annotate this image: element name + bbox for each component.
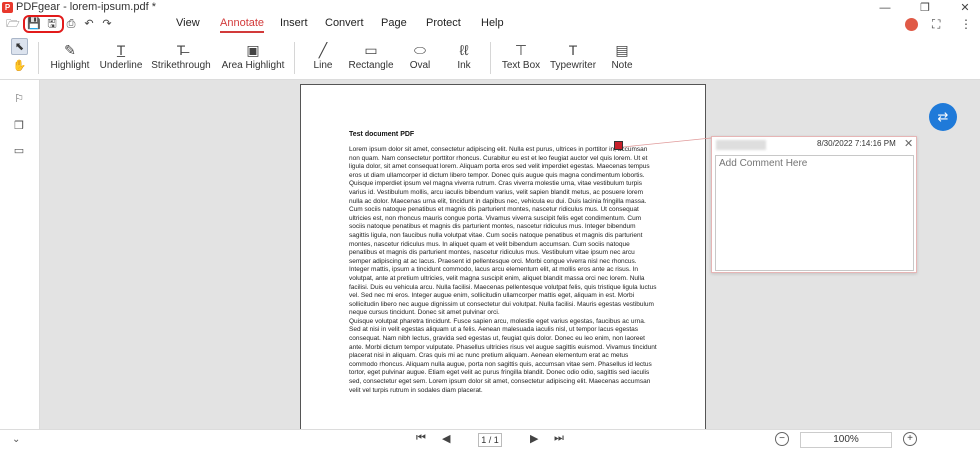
comment-author-redacted — [716, 140, 766, 150]
select-tool-icon[interactable]: ⬉ — [11, 38, 28, 55]
strikethrough-icon: T̶ — [176, 42, 186, 58]
menu-protect[interactable]: Protect — [426, 17, 461, 29]
first-page-icon[interactable]: ⏮ — [416, 432, 426, 445]
document-body: Lorem ipsum dolor sit amet, consectetur … — [349, 146, 657, 395]
close-comment-icon[interactable]: ✕ — [904, 137, 913, 150]
underline-tool[interactable]: T̲ Underline — [98, 40, 144, 71]
text-box-tool[interactable]: ⊤ Text Box — [500, 40, 542, 71]
area-highlight-label: Area Highlight — [221, 60, 285, 71]
redo-icon[interactable]: ↷ — [100, 17, 114, 31]
typewriter-label: Typewriter — [549, 60, 597, 71]
comment-input[interactable] — [715, 155, 914, 271]
rectangle-label: Rectangle — [348, 60, 394, 71]
comments-panel-icon[interactable]: ▭ — [12, 144, 26, 158]
highlight-label: Highlight — [50, 60, 90, 71]
thumbnails-icon[interactable]: ❒ — [12, 119, 26, 133]
strikethrough-label: Strikethrough — [151, 60, 211, 71]
ink-label: Ink — [457, 60, 471, 71]
app-logo-icon: P — [2, 2, 13, 13]
note-icon: ▤ — [615, 42, 629, 58]
fullscreen-icon[interactable]: ⛶ — [932, 17, 940, 32]
underline-label: Underline — [99, 60, 143, 71]
left-sidebar: ⚐ ❒ ▭ — [0, 80, 40, 450]
strikethrough-tool[interactable]: T̶ Strikethrough — [150, 40, 212, 71]
underline-icon: T̲ — [116, 42, 126, 58]
typewriter-icon: T — [568, 42, 578, 58]
oval-label: Oval — [409, 60, 431, 71]
open-file-icon[interactable]: 🗁 — [6, 17, 20, 31]
minimize-button[interactable]: — — [870, 0, 900, 16]
pdf-page[interactable]: Test document PDF Lorem ipsum dolor sit … — [300, 84, 706, 429]
ink-icon: ℓℓ — [459, 42, 469, 58]
undo-icon[interactable]: ↶ — [82, 17, 96, 31]
title-bar: P PDFgear - lorem-ipsum.pdf * — ❐ ✕ — [0, 0, 980, 16]
toolbar-divider — [490, 42, 491, 74]
note-tool[interactable]: ▤ Note — [606, 40, 638, 71]
hand-tool-icon[interactable]: ✋ — [11, 58, 28, 75]
last-page-icon[interactable]: ⏭ — [554, 432, 564, 445]
line-icon: ╱ — [318, 42, 328, 58]
comment-date: 8/30/2022 7:14:16 PM — [817, 139, 896, 148]
menu-annotate[interactable]: Annotate — [220, 17, 265, 33]
chevron-down-icon[interactable]: ⌄ — [12, 434, 20, 445]
close-window-button[interactable]: ✕ — [950, 0, 980, 16]
menu-help[interactable]: Help — [481, 17, 504, 29]
rectangle-tool[interactable]: ▭ Rectangle — [347, 40, 395, 71]
text-box-label: Text Box — [501, 60, 541, 71]
zoom-level-field[interactable]: 100% — [800, 432, 892, 448]
status-bar: ⌄ ⏮ ◀ 1 / 1 ▶ ⏭ − 100% + — [0, 429, 980, 450]
toolbar-divider — [38, 42, 39, 74]
comment-popup: 8/30/2022 7:14:16 PM ✕ — [711, 136, 917, 273]
line-tool[interactable]: ╱ Line — [305, 40, 341, 71]
ink-tool[interactable]: ℓℓ Ink — [448, 40, 480, 71]
note-label: Note — [611, 60, 633, 71]
menu-page[interactable]: Page — [381, 17, 407, 29]
area-highlight-icon: ▣ — [246, 42, 260, 58]
text-box-icon: ⊤ — [514, 42, 528, 58]
area-highlight-tool[interactable]: ▣ Area Highlight — [219, 40, 287, 71]
note-marker-icon[interactable] — [614, 141, 623, 150]
bookmark-icon[interactable]: ⚐ — [12, 92, 26, 106]
maximize-button[interactable]: ❐ — [910, 0, 940, 16]
oval-icon: ⬭ — [414, 42, 426, 58]
toolbar-divider — [294, 42, 295, 74]
save-as-icon[interactable]: 🖫 — [45, 17, 59, 31]
menu-convert[interactable]: Convert — [325, 17, 364, 29]
typewriter-tool[interactable]: T Typewriter — [548, 40, 598, 71]
prev-page-icon[interactable]: ◀ — [442, 432, 450, 445]
zoom-in-icon[interactable]: + — [903, 432, 917, 446]
more-options-icon[interactable]: ⋮ — [960, 17, 972, 31]
save-icon[interactable]: 💾 — [27, 17, 41, 31]
paragraph: Lorem ipsum dolor sit amet, consectetur … — [349, 146, 657, 317]
convert-fab-icon[interactable]: ⇄ — [929, 103, 957, 131]
line-label: Line — [313, 60, 333, 71]
annotate-toolbar: ⬉ ✋ ✎ Highlight T̲ Underline T̶ Striketh… — [0, 36, 980, 80]
next-page-icon[interactable]: ▶ — [530, 432, 538, 445]
menu-view[interactable]: View — [176, 17, 200, 29]
paragraph: Quisque volutpat pharetra tincidunt. Fus… — [349, 317, 657, 394]
highlight-icon: ✎ — [64, 42, 76, 58]
document-heading: Test document PDF — [349, 131, 415, 138]
menu-row: 🗁 💾 🖫 ⎙ ↶ ↷ View Annotate Insert Convert… — [0, 15, 980, 36]
window-title: PDFgear - lorem-ipsum.pdf * — [16, 1, 156, 13]
print-icon[interactable]: ⎙ — [64, 17, 78, 31]
rectangle-icon: ▭ — [364, 42, 378, 58]
highlight-tool[interactable]: ✎ Highlight — [48, 40, 92, 71]
oval-tool[interactable]: ⬭ Oval — [402, 40, 438, 71]
user-avatar[interactable] — [905, 18, 918, 31]
zoom-out-icon[interactable]: − — [775, 432, 789, 446]
menu-insert[interactable]: Insert — [280, 17, 308, 29]
page-number-field[interactable]: 1 / 1 — [478, 433, 502, 447]
